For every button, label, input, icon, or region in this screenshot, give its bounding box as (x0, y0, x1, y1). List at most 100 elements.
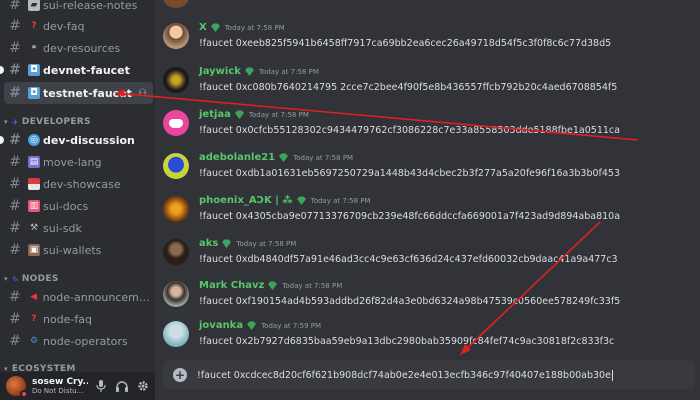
channel-testnet-faucet[interactable]: # ◘ testnet-faucet ⚇ (4, 82, 153, 104)
message: adebolanle21 Today at 7:58 PM !faucet 0xd… (163, 150, 700, 194)
gear-icon[interactable] (135, 378, 151, 394)
avatar (163, 0, 189, 8)
hash-icon: # (9, 0, 21, 13)
channel-dev-showcase[interactable]: # dev-showcase (4, 173, 153, 195)
avatar[interactable] (163, 153, 189, 179)
channel-node-operators[interactable]: # ⚙ node-operators (4, 330, 153, 352)
channel-sui-release-notes[interactable]: # ▰ sui-release-notes (4, 0, 153, 16)
unread-indicator (0, 66, 4, 74)
message: Mark Chavz Today at 7:58 PM !faucet 0xf19… (163, 278, 700, 322)
megaphone-icon: ◀ (30, 292, 38, 302)
add-attachment-icon[interactable]: + (173, 368, 187, 382)
message-input-text[interactable]: !faucet 0xcdcec8d20cf6f621b908dcf74ab0e2… (197, 369, 613, 381)
plug-icon: ✎ (11, 274, 19, 284)
message-text: !faucet 0xdb4840df57a91e46ad3cc4c9e63cf6… (199, 254, 618, 265)
badge-icon (234, 110, 244, 119)
message-text: !faucet 0xc080b7640214795 2cce7c2bee4f90… (199, 82, 618, 93)
channel-dev-discussion[interactable]: # ◎ dev-discussion (0, 129, 153, 151)
badge-icon (222, 239, 232, 248)
avatar[interactable] (163, 196, 189, 222)
category-nodes[interactable]: ▾ ✎ NODES (4, 274, 59, 284)
message-author[interactable]: Jaywick (199, 66, 241, 77)
user-info[interactable]: sosew Cry... Do Not Distu... (32, 377, 88, 395)
avatar[interactable] (163, 23, 189, 49)
message-author[interactable]: aks (199, 238, 218, 249)
box-icon: ▤ (28, 156, 40, 168)
flag-icon (28, 178, 40, 190)
category-developers[interactable]: ▾ ✈ DEVELOPERS (4, 117, 91, 127)
badge-icon (247, 321, 257, 330)
message-timestamp: Today at 7:58 PM (258, 67, 319, 76)
tools-icon: ⚒ (29, 223, 39, 233)
hash-icon: # (8, 289, 21, 305)
megaphone-icon: ▰ (28, 0, 40, 11)
message-author[interactable]: jovanka (199, 320, 243, 331)
hash-icon: # (9, 40, 21, 56)
hash-icon: # (9, 220, 21, 236)
channel-move-lang[interactable]: # ▤ move-lang (4, 151, 153, 173)
channel-sui-wallets[interactable]: # ▣ sui-wallets (4, 239, 153, 261)
headphones-icon[interactable] (114, 378, 130, 394)
avatar[interactable] (163, 281, 189, 307)
channel-sui-docs[interactable]: # ▥ sui-docs (4, 195, 153, 217)
chevron-down-icon: ▾ (4, 118, 8, 126)
message-author[interactable]: jetjaa (199, 109, 231, 120)
question-icon: ? (31, 314, 37, 324)
hash-icon: # (9, 85, 21, 101)
avatar[interactable] (6, 376, 28, 398)
badge-icon (210, 23, 220, 32)
robot-icon: ◘ (28, 87, 40, 99)
message: jovanka Today at 7:59 PM !faucet 0x2b7927… (163, 318, 700, 362)
message-text: !faucet 0xdb1a01631eb5697250729a1448b43d… (199, 168, 621, 179)
question-icon: ? (31, 21, 37, 31)
message: phoenix_AƆK | ⁂ Today at 7:58 PM !faucet … (163, 193, 700, 237)
channel-sui-sdk[interactable]: # ⚒ sui-sdk (4, 217, 153, 239)
channel-node-announcements[interactable]: # ◀ node-announceme... (4, 286, 153, 308)
add-member-icon[interactable]: ⚇ (138, 88, 147, 99)
message-text: !faucet 0xf190154ad4b593addbd26f82d4a3e0… (199, 296, 621, 307)
message: Jaywick Today at 7:58 PM !faucet 0xc080b7… (163, 64, 700, 108)
channel-dev-resources[interactable]: # ⚭ dev-resources (4, 37, 153, 59)
message-author[interactable]: phoenix_AƆK | ⁂ (199, 195, 293, 206)
avatar[interactable] (163, 67, 189, 93)
message-timestamp: Today at 7:58 PM (236, 239, 297, 248)
message-text: !faucet 0x2b7927d6835baa59eb9a13dbc2980b… (199, 336, 615, 347)
message-timestamp: Today at 7:58 PM (282, 281, 343, 290)
globe-icon: ◎ (28, 134, 40, 146)
message-text: !faucet 0xeeb825f5941b6458ff7917ca69bb2e… (199, 38, 612, 49)
unread-indicator (0, 136, 4, 144)
channel-dev-faq[interactable]: # ? dev-faq (4, 15, 153, 37)
hash-icon: # (9, 333, 21, 349)
hash-icon: # (9, 132, 21, 148)
chat-area: X Today at 7:58 PM !faucet 0xeeb825f5941b… (155, 0, 700, 400)
hash-icon: # (9, 154, 21, 170)
message-author[interactable]: X (199, 22, 207, 33)
message-timestamp: Today at 7:59 PM (261, 321, 322, 330)
link-icon: ⚭ (30, 43, 38, 53)
text-caret (611, 369, 613, 381)
channel-devnet-faucet[interactable]: # ◘ devnet-faucet (0, 59, 153, 81)
message-input[interactable]: + !faucet 0xcdcec8d20cf6f621b908dcf74ab0… (163, 360, 695, 390)
robot-icon: ◘ (28, 64, 40, 76)
microphone-icon[interactable] (93, 378, 109, 394)
discord-logo-icon (169, 118, 183, 128)
hash-icon: # (9, 198, 21, 214)
hash-icon: # (9, 311, 21, 327)
message: jetjaa Today at 7:58 PM !faucet 0x0cfcb55… (163, 107, 700, 151)
message: aks Today at 7:58 PM !faucet 0xdb4840df57… (163, 236, 700, 280)
message-timestamp: Today at 7:58 PM (310, 196, 371, 205)
message-author[interactable]: Mark Chavz (199, 280, 264, 291)
rocket-icon: ✈ (11, 117, 19, 127)
avatar[interactable] (163, 110, 189, 136)
wrench-icon: ⚙ (29, 336, 39, 346)
message-author[interactable]: adebolanle21 (199, 152, 275, 163)
badge-icon (296, 196, 306, 205)
badge-icon (268, 281, 278, 290)
channel-node-faq[interactable]: # ? node-faq (4, 308, 153, 330)
avatar[interactable] (163, 321, 189, 347)
badge-icon (279, 153, 289, 162)
badge-icon (244, 67, 254, 76)
avatar[interactable] (163, 239, 189, 265)
message-timestamp: Today at 7:58 PM (248, 110, 309, 119)
book-icon: ▥ (28, 200, 40, 212)
